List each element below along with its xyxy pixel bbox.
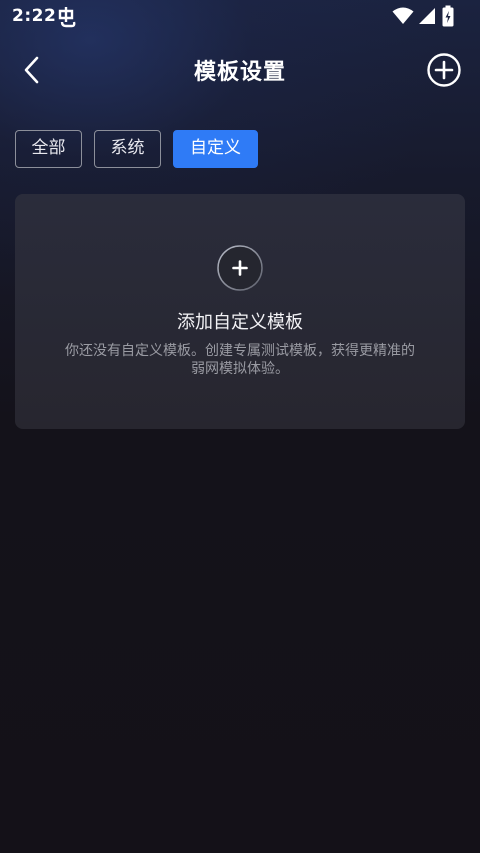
empty-state-description: 你还没有自定义模板。创建专属测试模板，获得更精准的弱网模拟体验。 bbox=[65, 343, 415, 377]
add-template-button[interactable] bbox=[426, 52, 462, 88]
page-title: 模板设置 bbox=[193, 60, 286, 85]
plus-circle-icon bbox=[427, 53, 461, 87]
header: 模板设置 bbox=[0, 40, 480, 100]
add-custom-template-button[interactable] bbox=[216, 244, 264, 292]
empty-state-card[interactable]: 添加自定义模板 你还没有自定义模板。创建专属测试模板，获得更精准的弱网模拟体验。 bbox=[15, 194, 465, 429]
status-time: 2:22 bbox=[12, 6, 57, 26]
bug-app-icon bbox=[58, 7, 76, 28]
plus-circle-icon bbox=[217, 245, 263, 291]
empty-state-title: 添加自定义模板 bbox=[177, 312, 303, 333]
wifi-icon bbox=[392, 7, 414, 24]
cell-signal-icon bbox=[419, 8, 435, 24]
tab-custom[interactable]: 自定义 bbox=[173, 130, 258, 168]
tab-system[interactable]: 系统 bbox=[94, 130, 161, 168]
status-bar: 2:22 bbox=[0, 0, 480, 34]
tab-all[interactable]: 全部 bbox=[15, 130, 82, 168]
battery-charging-icon bbox=[442, 5, 454, 27]
